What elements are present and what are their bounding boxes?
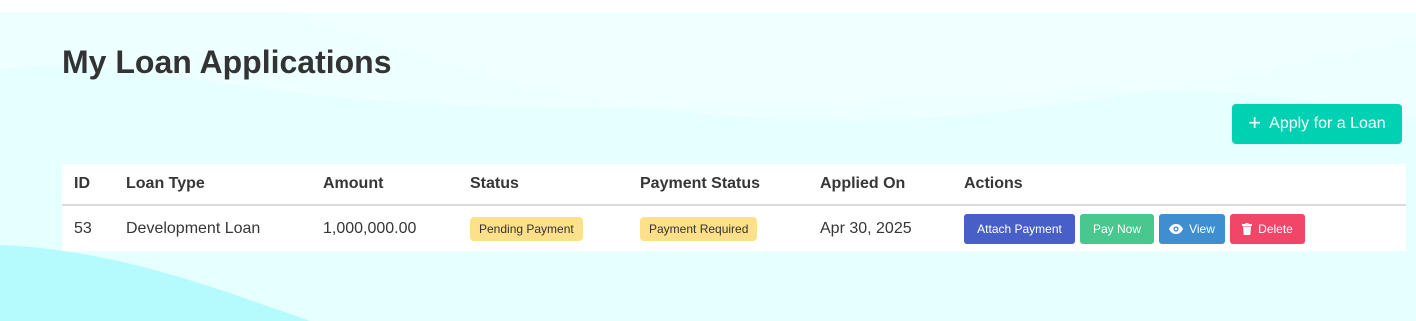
cell-actions: Attach Payment Pay Now View Delete xyxy=(952,205,1406,251)
page-content: My Loan Applications + Apply for a Loan … xyxy=(0,0,1416,321)
table-row: 53 Development Loan 1,000,000.00 Pending… xyxy=(62,205,1406,251)
pay-now-button[interactable]: Pay Now xyxy=(1080,213,1154,244)
table-header-row: ID Loan Type Amount Status Payment Statu… xyxy=(62,164,1406,206)
eye-icon xyxy=(1169,223,1184,234)
row-actions: Attach Payment Pay Now View Delete xyxy=(964,213,1406,244)
cell-amount: 1,000,000.00 xyxy=(323,219,417,237)
column-header-id: ID xyxy=(62,164,114,206)
page-title: My Loan Applications xyxy=(62,44,392,80)
column-header-applied-on: Applied On xyxy=(808,164,952,206)
cell-applied-on: Apr 30, 2025 xyxy=(820,219,912,237)
cell-payment-status: Payment Required xyxy=(628,205,808,251)
column-header-loan-type: Loan Type xyxy=(114,164,311,206)
status-badge: Pending Payment xyxy=(470,216,583,241)
column-header-payment-status: Payment Status xyxy=(628,164,808,206)
column-header-actions: Actions xyxy=(952,164,1406,206)
trash-icon xyxy=(1242,222,1253,235)
cell-status: Pending Payment xyxy=(458,205,628,251)
loan-applications-table: ID Loan Type Amount Status Payment Statu… xyxy=(62,164,1406,251)
attach-payment-button[interactable]: Attach Payment xyxy=(964,213,1075,244)
apply-for-loan-label: Apply for a Loan xyxy=(1269,115,1386,132)
view-button[interactable]: View xyxy=(1159,213,1225,244)
column-header-status: Status xyxy=(458,164,628,206)
plus-icon: + xyxy=(1248,110,1262,135)
apply-for-loan-button[interactable]: + Apply for a Loan xyxy=(1232,104,1402,144)
delete-label: Delete xyxy=(1258,221,1293,236)
view-label: View xyxy=(1189,221,1215,236)
cell-id: 53 xyxy=(74,219,92,237)
column-header-amount: Amount xyxy=(311,164,458,206)
delete-button[interactable]: Delete xyxy=(1230,213,1305,244)
payment-status-badge: Payment Required xyxy=(640,216,758,241)
cell-loan-type: Development Loan xyxy=(126,219,261,237)
